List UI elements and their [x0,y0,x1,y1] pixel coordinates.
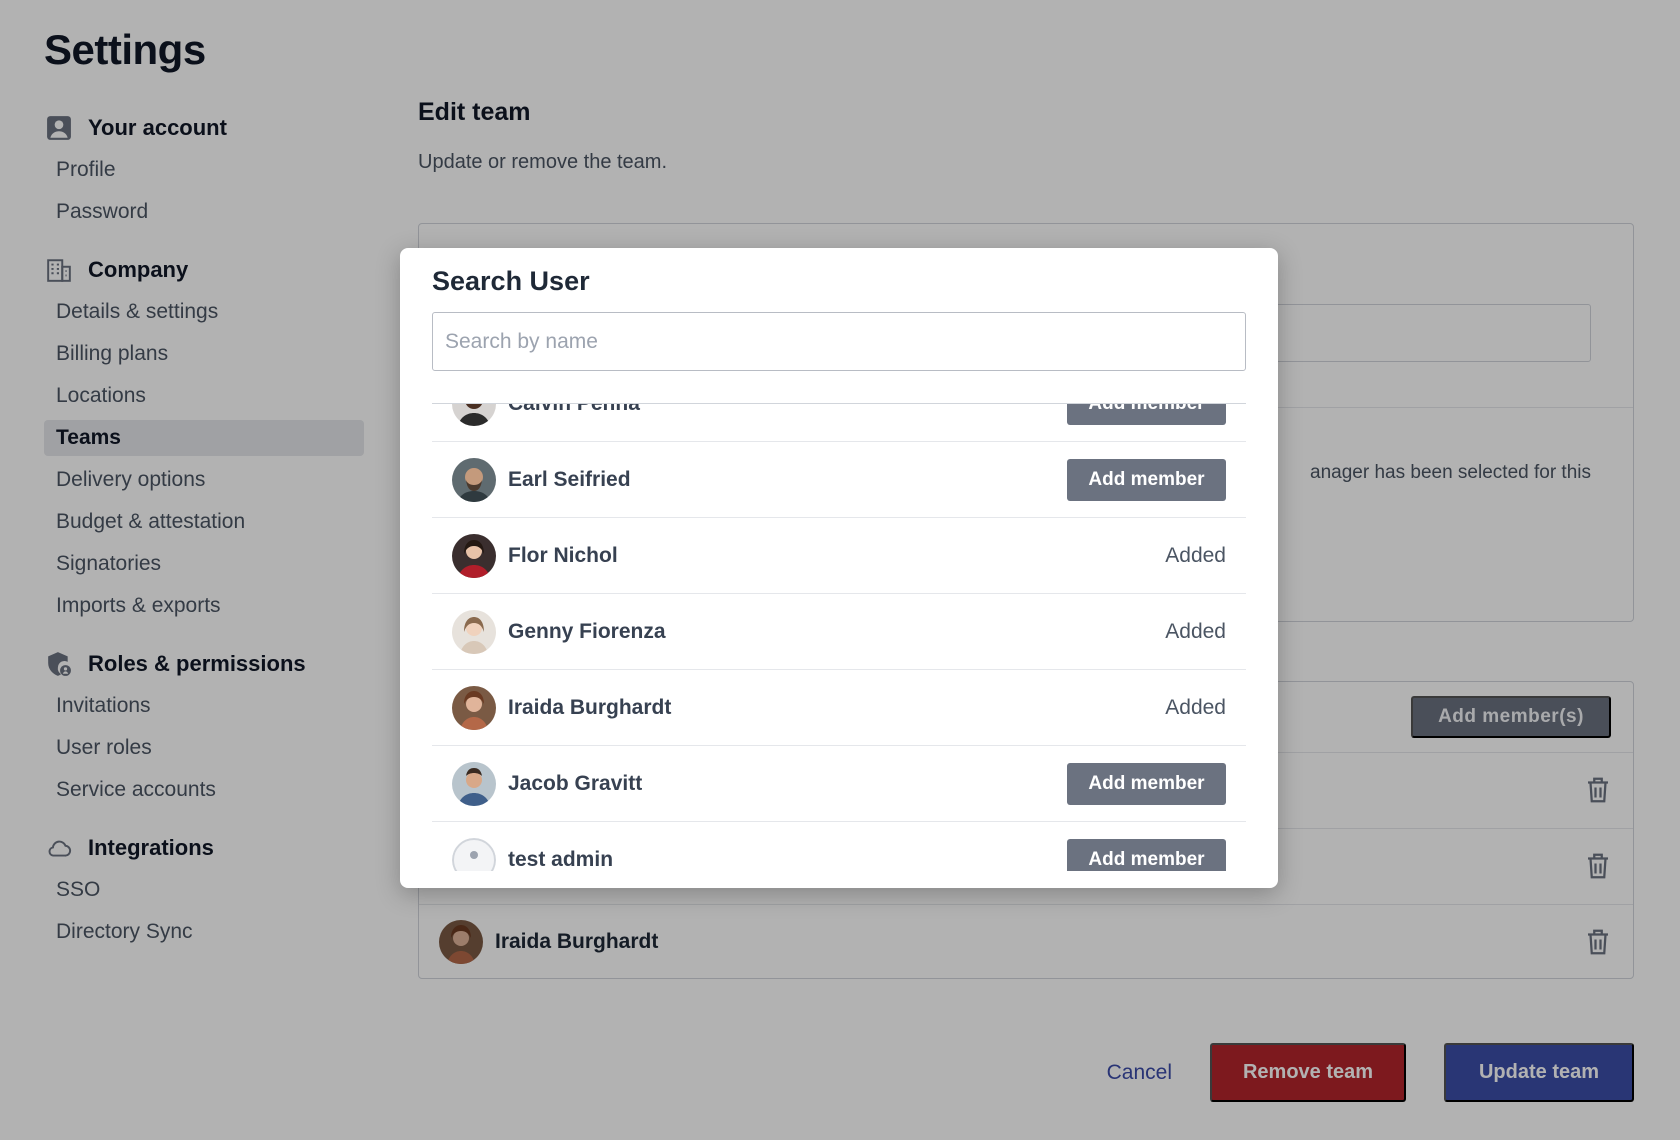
user: test admin [452,838,613,871]
avatar [452,762,496,806]
avatar [452,686,496,730]
added-status: Added [1165,620,1226,643]
avatar [452,534,496,578]
add-member-button[interactable]: Add member [1067,839,1226,871]
list-item: Earl Seifried Add member [432,442,1246,518]
user-name: Calvin Penna [508,403,640,415]
user: Flor Nichol [452,534,618,578]
user-name: Genny Fiorenza [508,620,666,643]
user: Calvin Penna [452,403,640,426]
modal-title: Search User [432,266,590,296]
user: Genny Fiorenza [452,610,666,654]
user-name: test admin [508,848,614,871]
user-name: Iraida Burghardt [508,696,672,719]
user: Iraida Burghardt [452,686,671,730]
list-item: Calvin Penna Add member [432,403,1246,442]
user: Earl Seifried [452,458,631,502]
avatar [452,610,496,654]
avatar [452,458,496,502]
added-status: Added [1165,696,1226,719]
list-item: Flor Nichol Added [432,518,1246,594]
list-item: Genny Fiorenza Added [432,594,1246,670]
search-user-modal: Search User Calvin Penna Add member Earl… [400,248,1278,888]
user-name: Earl Seifried [508,468,631,491]
avatar [452,404,496,426]
user-list[interactable]: Calvin Penna Add member Earl Seifried Ad… [432,403,1246,871]
avatar [452,838,496,871]
add-member-button[interactable]: Add member [1067,459,1226,501]
list-item: Iraida Burghardt Added [432,670,1246,746]
user: Jacob Gravitt [452,762,642,806]
user-name: Flor Nichol [508,544,618,567]
list-item: Jacob Gravitt Add member [432,746,1246,822]
list-item: test admin Add member [432,822,1246,871]
search-input[interactable] [432,312,1246,371]
added-status: Added [1165,544,1226,567]
add-member-button[interactable]: Add member [1067,404,1226,425]
add-member-button[interactable]: Add member [1067,763,1226,805]
user-name: Jacob Gravitt [508,772,643,795]
